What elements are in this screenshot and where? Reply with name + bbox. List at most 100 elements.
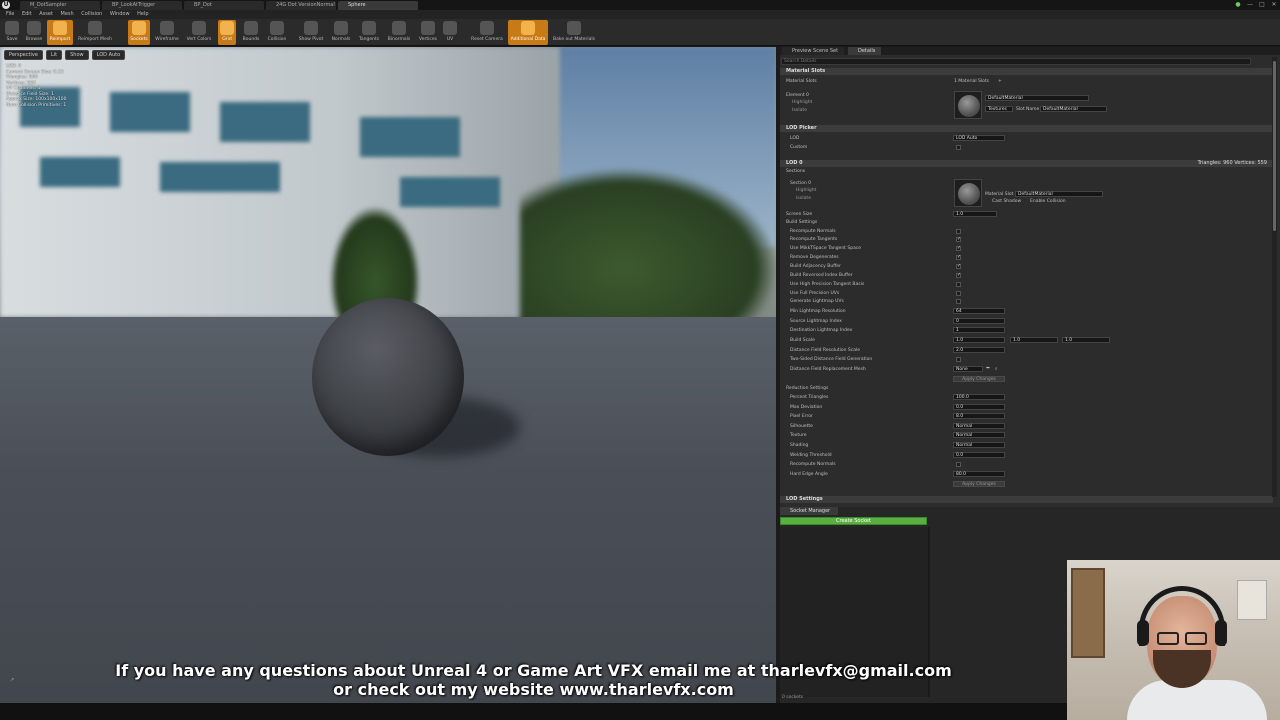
enable-collision-checkbox[interactable]: Enable Collision	[1030, 199, 1066, 204]
menu-window[interactable]: Window	[110, 10, 130, 19]
create-socket-button[interactable]: Create Socket	[780, 517, 927, 525]
dest-lightmap-label: Destination Lightmap Index	[790, 328, 853, 333]
use-selected-icon[interactable]: ⬅	[986, 366, 990, 371]
reversed-index-checkbox[interactable]	[956, 272, 961, 278]
max-deviation-input[interactable]: 0.0	[953, 404, 1005, 410]
menu-edit[interactable]: Edit	[22, 10, 32, 19]
close-icon[interactable]: ✕	[1268, 0, 1280, 10]
material-dropdown[interactable]: DefaultMaterial	[985, 95, 1089, 101]
show-pivot-button[interactable]: Show Pivot	[296, 20, 326, 45]
reduction-apply-changes-button[interactable]: Apply Changes	[953, 481, 1005, 487]
search-details-input[interactable]: Search Details	[781, 58, 1251, 65]
df-replacement-select[interactable]: None	[953, 366, 983, 372]
reduction-settings-label[interactable]: Reduction Settings	[786, 386, 828, 391]
reimport-button[interactable]: Reimport	[47, 20, 73, 45]
lod-auto-button[interactable]: LOD Auto	[91, 50, 126, 60]
apply-changes-button[interactable]: Apply Changes	[953, 376, 1005, 382]
menu-help[interactable]: Help	[137, 10, 148, 19]
reduction-recompute-normals-checkbox[interactable]	[956, 462, 961, 467]
custom-checkbox[interactable]	[956, 145, 961, 150]
bake-materials-button[interactable]: Bake out Materials	[551, 20, 597, 45]
min-lightmap-input[interactable]: 64	[953, 308, 1005, 314]
silhouette-select[interactable]: Normal	[953, 423, 1005, 429]
material-thumbnail[interactable]	[954, 91, 982, 119]
percent-triangles-input[interactable]: 100.0	[953, 394, 1005, 400]
tab-dot-version[interactable]: 24G Dot VersionNormal	[266, 1, 336, 10]
build-settings-label[interactable]: Build Settings	[786, 220, 817, 225]
reimport-mesh-button[interactable]: Reimport Mesh	[76, 20, 114, 45]
bounds-button[interactable]: Bounds	[240, 20, 262, 45]
grid-button[interactable]: Grid	[218, 20, 236, 45]
tab-bp-dot[interactable]: BP_Dot	[184, 1, 264, 10]
lod-settings-header[interactable]: LOD Settings	[780, 496, 1273, 503]
build-scale-z[interactable]: 1.0	[1062, 337, 1110, 343]
remove-degenerates-checkbox[interactable]	[956, 254, 961, 260]
two-sided-df-checkbox[interactable]	[956, 357, 961, 362]
lod-picker-header[interactable]: LOD Picker	[780, 125, 1273, 132]
lod0-header[interactable]: LOD 0 Triangles: 960 Vertices: 559	[780, 160, 1273, 167]
menu-file[interactable]: File	[6, 10, 14, 19]
full-precision-uvs-checkbox[interactable]	[956, 291, 961, 296]
df-resolution-input[interactable]: 2.0	[953, 347, 1005, 353]
screen-size-input[interactable]: 1.0	[953, 211, 997, 217]
dest-lightmap-input[interactable]: 1	[953, 327, 1005, 333]
reset-camera-button[interactable]: Reset Camera	[470, 20, 504, 45]
lit-button[interactable]: Lit	[45, 50, 63, 60]
lod-select[interactable]: LOD Auto	[953, 135, 1005, 141]
collision-button[interactable]: Collision	[265, 20, 289, 45]
high-precision-checkbox[interactable]	[956, 282, 961, 287]
browse-asset-icon[interactable]: ⌕	[995, 366, 998, 372]
sockets-button[interactable]: Sockets	[128, 20, 150, 45]
element-0-label: Element 0	[786, 93, 809, 98]
build-scale-x[interactable]: 1.0	[953, 337, 1005, 343]
details-scrollbar[interactable]	[1272, 57, 1277, 497]
tab-socket-manager[interactable]: Socket Manager	[780, 507, 839, 515]
textures-dropdown[interactable]: Textures	[985, 106, 1013, 112]
tab-preview-scene[interactable]: Preview Scene Set	[782, 47, 845, 55]
build-scale-y[interactable]: 1.0	[1010, 337, 1058, 343]
maximize-icon[interactable]: □	[1256, 0, 1268, 10]
minimize-icon[interactable]: —	[1244, 0, 1256, 10]
hard-edge-angle-input[interactable]: 80.0	[953, 471, 1005, 477]
material-slot-select[interactable]: DefaultMaterial	[1015, 191, 1103, 197]
tab-details[interactable]: Details	[848, 47, 882, 55]
wireframe-button[interactable]: Wireframe	[154, 20, 180, 45]
menu-asset[interactable]: Asset	[39, 10, 53, 19]
show-button[interactable]: Show	[65, 50, 89, 60]
mesh-viewport[interactable]: Perspective Lit Show LOD Auto LOD: 0 Cur…	[0, 47, 776, 703]
cast-shadow-checkbox[interactable]: Cast Shadow	[992, 199, 1021, 204]
bake-icon	[567, 21, 581, 35]
recompute-normals-checkbox[interactable]	[956, 229, 961, 234]
generate-lightmap-checkbox[interactable]	[956, 299, 961, 304]
tab-m-dotsampler[interactable]: M_DotSampler	[20, 1, 100, 10]
webcam-person-shirt	[1127, 680, 1267, 720]
vert-colors-button[interactable]: Vert Colors	[184, 20, 214, 45]
uv-button[interactable]: UV	[442, 20, 458, 45]
binormals-button[interactable]: Binormals	[385, 20, 413, 45]
vertices-button[interactable]: Vertices	[416, 20, 440, 45]
shading-select[interactable]: Normal	[953, 442, 1005, 448]
perspective-button[interactable]: Perspective	[4, 50, 43, 60]
welding-threshold-input[interactable]: 0.0	[953, 452, 1005, 458]
sphere-mesh[interactable]	[312, 298, 464, 456]
recompute-tangents-checkbox[interactable]	[956, 236, 961, 242]
scrollbar-grip[interactable]	[1273, 61, 1276, 231]
pixel-error-input[interactable]: 8.0	[953, 413, 1005, 419]
menu-collision[interactable]: Collision	[81, 10, 102, 19]
slot-name-input[interactable]: DefaultMaterial	[1040, 106, 1107, 112]
adjacency-buffer-checkbox[interactable]	[956, 263, 961, 269]
tab-bp-lookattrigger[interactable]: BP_LookAtTrigger	[102, 1, 182, 10]
tangents-button[interactable]: Tangents	[356, 20, 382, 45]
mikktspace-checkbox[interactable]	[956, 245, 961, 251]
additional-data-button[interactable]: Additional Data	[508, 20, 548, 45]
tab-sphere[interactable]: Sphere	[338, 1, 418, 10]
normals-button[interactable]: Normals	[329, 20, 353, 45]
material-slots-header[interactable]: Material Slots	[780, 68, 1273, 75]
save-button[interactable]: Save	[2, 20, 22, 45]
section-material-thumbnail[interactable]	[954, 179, 982, 207]
browse-button[interactable]: Browse	[23, 20, 45, 45]
texture-select[interactable]: Normal	[953, 432, 1005, 438]
menu-mesh[interactable]: Mesh	[61, 10, 74, 19]
source-lightmap-input[interactable]: 0	[953, 318, 1005, 324]
add-slot-icon[interactable]: +	[998, 79, 1002, 84]
